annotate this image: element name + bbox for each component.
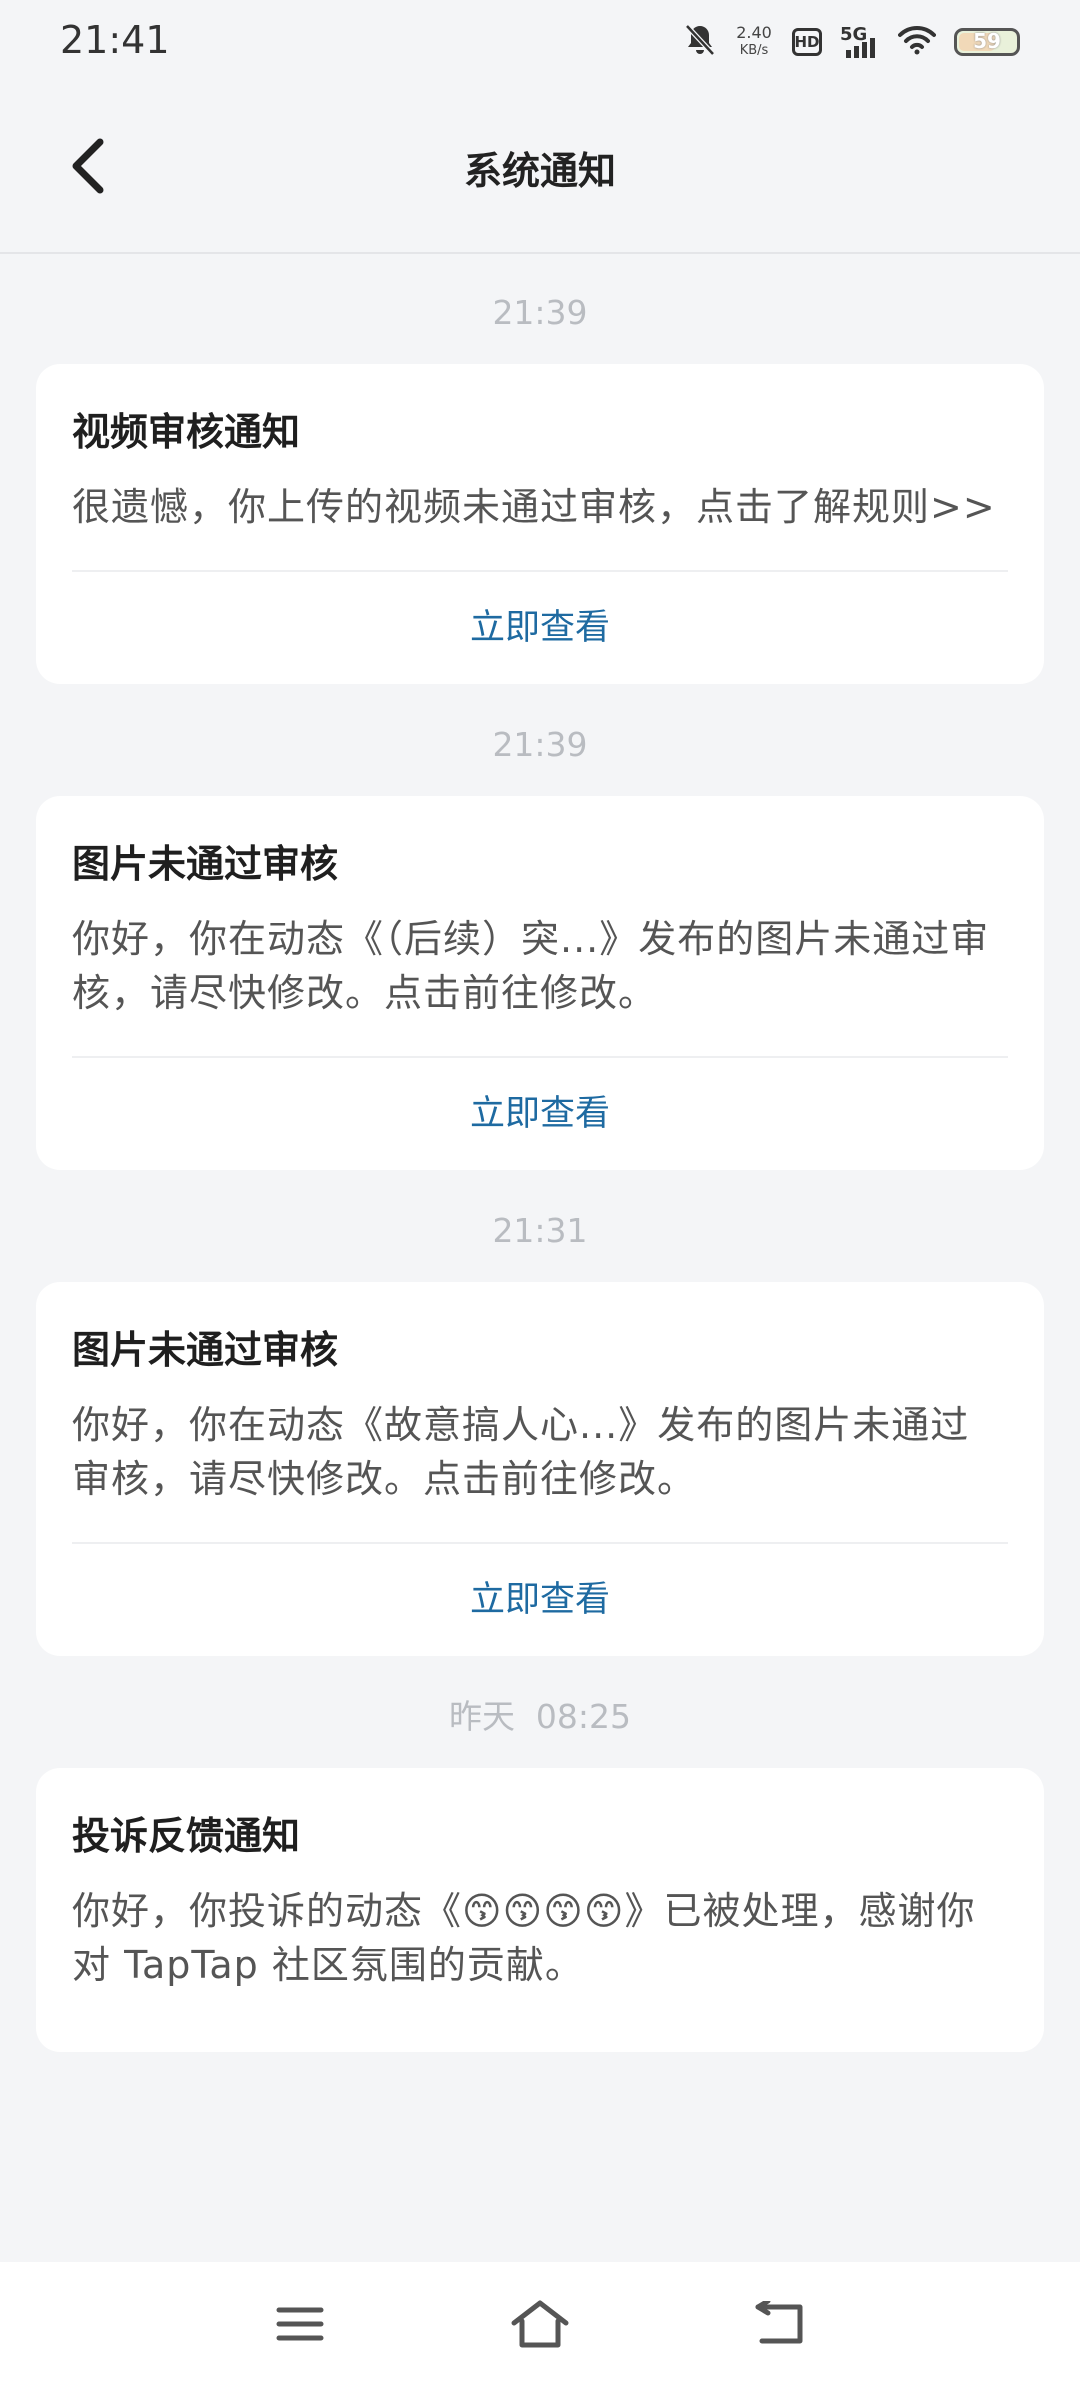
notification-title: 图片未通过审核 bbox=[72, 1328, 339, 1372]
notification-title: 图片未通过审核 bbox=[72, 842, 339, 886]
status-bar: 21:41 2.40 KB/s HD 5G 59 bbox=[0, 0, 1080, 84]
top-bar: 系统通知 bbox=[0, 84, 1080, 254]
net-speed: 2.40 KB/s bbox=[736, 23, 772, 59]
notification-body: 你好，你投诉的动态《😙😙😙😙》已被处理，感谢你对 TapTap 社区氛围的贡献。 bbox=[72, 1889, 976, 1987]
notification-group: 21:39 图片未通过审核 你好，你在动态《（后续）突...》发布的图片未通过审… bbox=[0, 684, 1080, 1170]
notification-time: 昨天 08:25 bbox=[448, 1697, 632, 1736]
notification-card[interactable]: 投诉反馈通知 你好，你投诉的动态《😙😙😙😙》已被处理，感谢你对 TapTap 社… bbox=[36, 1768, 1044, 2052]
view-now-button[interactable]: 立即查看 bbox=[72, 572, 1008, 684]
notification-group: 21:39 视频审核通知 很遗憾，你上传的视频未通过审核，点击了解规则>> 立即… bbox=[0, 254, 1080, 684]
system-nav-bar bbox=[0, 2262, 1080, 2388]
notification-body: 你好，你在动态《故意搞人心...》发布的图片未通过审核，请尽快修改。点击前往修改… bbox=[72, 1403, 970, 1501]
notification-body: 很遗憾，你上传的视频未通过审核，点击了解规则>> bbox=[72, 485, 996, 529]
menu-button[interactable] bbox=[260, 2286, 340, 2366]
home-icon bbox=[510, 2299, 570, 2353]
notification-time: 21:31 bbox=[492, 1211, 588, 1250]
notification-title: 投诉反馈通知 bbox=[72, 1814, 301, 1858]
notification-card[interactable]: 视频审核通知 很遗憾，你上传的视频未通过审核，点击了解规则>> 立即查看 bbox=[36, 364, 1044, 684]
notification-time: 21:39 bbox=[492, 725, 588, 764]
notification-group: 21:31 图片未通过审核 你好，你在动态《故意搞人心...》发布的图片未通过审… bbox=[0, 1170, 1080, 1656]
back-nav-button[interactable] bbox=[740, 2286, 820, 2366]
notification-title: 视频审核通知 bbox=[72, 410, 301, 454]
wifi-icon bbox=[898, 25, 936, 59]
view-now-button[interactable]: 立即查看 bbox=[72, 1058, 1008, 1170]
page-title: 系统通知 bbox=[463, 149, 616, 193]
menu-icon bbox=[276, 2304, 324, 2348]
bell-off-icon bbox=[684, 23, 716, 61]
notification-time: 21:39 bbox=[492, 293, 588, 332]
notification-card[interactable]: 图片未通过审核 你好，你在动态《（后续）突...》发布的图片未通过审核，请尽快修… bbox=[36, 796, 1044, 1170]
notification-group: 昨天 08:25 投诉反馈通知 你好，你投诉的动态《😙😙😙😙》已被处理，感谢你对… bbox=[0, 1656, 1080, 2052]
battery-icon: 59 bbox=[954, 28, 1020, 56]
signal-icon: 5G bbox=[840, 24, 880, 60]
view-now-button[interactable]: 立即查看 bbox=[72, 1544, 1008, 1656]
status-time: 21:41 bbox=[60, 18, 170, 62]
status-icons: 2.40 KB/s HD 5G 59 bbox=[684, 20, 1020, 64]
notification-card[interactable]: 图片未通过审核 你好，你在动态《故意搞人心...》发布的图片未通过审核，请尽快修… bbox=[36, 1282, 1044, 1656]
back-arrow-icon bbox=[754, 2298, 806, 2351]
notification-list: 21:39 视频审核通知 很遗憾，你上传的视频未通过审核，点击了解规则>> 立即… bbox=[0, 254, 1080, 2052]
notification-body: 你好，你在动态《（后续）突...》发布的图片未通过审核，请尽快修改。点击前往修改… bbox=[72, 917, 990, 1015]
hd-badge: HD bbox=[792, 28, 822, 56]
home-button[interactable] bbox=[500, 2286, 580, 2366]
